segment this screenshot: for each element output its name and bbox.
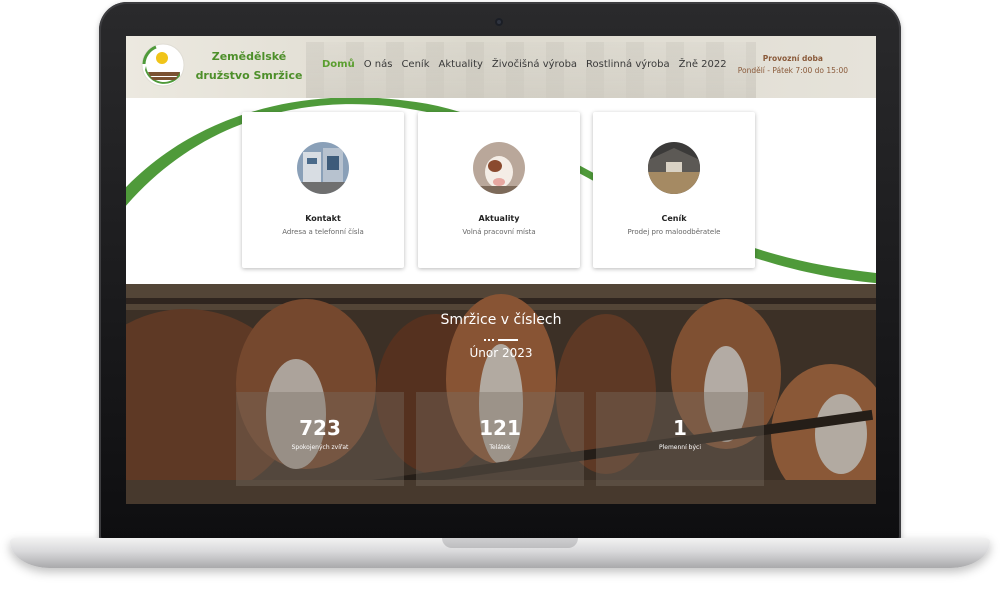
card-cenik[interactable]: Ceník Prodej pro maloodběratele — [593, 112, 755, 268]
stat-box-animals: 723 Spokojených zvířat — [236, 392, 404, 486]
card-subtitle: Volná pracovní místa — [462, 228, 536, 236]
nav-item-aktuality[interactable]: Aktuality — [439, 59, 483, 70]
stats-title: Smržice v číslech — [440, 312, 562, 328]
quick-links-section: Kontakt Adresa a telefonní čísla Aktuali… — [126, 98, 876, 284]
brand-line-1: Zemědělské — [211, 50, 287, 63]
opening-hours: Provozní doba Pondělí - Pátek 7:00 do 15… — [738, 53, 848, 77]
nav-item-cenik[interactable]: Ceník — [401, 59, 429, 70]
divider-dots — [484, 339, 494, 341]
logo-icon — [141, 43, 185, 87]
stat-label: Telátek — [489, 444, 511, 451]
brand-name[interactable]: Zemědělské družstvo Smržice — [194, 47, 304, 85]
stat-value: 121 — [479, 416, 521, 440]
card-kontakt[interactable]: Kontakt Adresa a telefonní čísla — [242, 112, 404, 268]
calf-photo-icon — [473, 142, 525, 194]
card-title: Kontakt — [305, 214, 341, 223]
site-header: Zemědělské družstvo Smržice Domů O nás C… — [126, 36, 876, 98]
stats-month: Únor 2023 — [469, 346, 533, 360]
stat-box-calves: 121 Telátek — [416, 392, 584, 486]
card-title: Aktuality — [478, 214, 520, 223]
card-title: Ceník — [661, 214, 687, 223]
laptop-base — [10, 538, 990, 568]
hours-value: Pondělí - Pátek 7:00 do 15:00 — [737, 66, 848, 75]
stat-value: 723 — [299, 416, 341, 440]
hours-title: Provozní doba — [762, 54, 823, 63]
stat-box-bulls: 1 Plemenní býci — [596, 392, 764, 486]
nav-item-zne-2022[interactable]: Žně 2022 — [679, 59, 727, 70]
webcam-icon — [495, 18, 503, 26]
stat-label: Plemenní býci — [658, 444, 702, 451]
stat-label: Spokojených zvířat — [291, 444, 349, 451]
barn-photo-icon — [648, 142, 700, 194]
building-photo-icon — [297, 142, 349, 194]
laptop-notch — [442, 538, 578, 548]
brand-line-2: družstvo Smržice — [195, 69, 303, 82]
divider-line — [498, 339, 518, 341]
nav-item-rostlinna-vyroba[interactable]: Rostlinná výroba — [586, 59, 670, 70]
card-aktuality[interactable]: Aktuality Volná pracovní místa — [418, 112, 580, 268]
nav-item-zivocisna-vyroba[interactable]: Živočišná výroba — [492, 59, 577, 70]
website-screen: Zemědělské družstvo Smržice Domů O nás C… — [126, 36, 876, 504]
main-nav: Domů O nás Ceník Aktuality Živočišná výr… — [322, 59, 727, 70]
title-divider — [484, 339, 518, 341]
nav-item-domu[interactable]: Domů — [322, 59, 355, 70]
card-subtitle: Prodej pro maloodběratele — [627, 228, 721, 236]
stat-value: 1 — [673, 416, 687, 440]
stats-section: Smržice v číslech Únor 2023 723 Spokojen… — [126, 284, 876, 504]
nav-item-o-nas[interactable]: O nás — [364, 59, 393, 70]
card-subtitle: Adresa a telefonní čísla — [282, 228, 364, 236]
